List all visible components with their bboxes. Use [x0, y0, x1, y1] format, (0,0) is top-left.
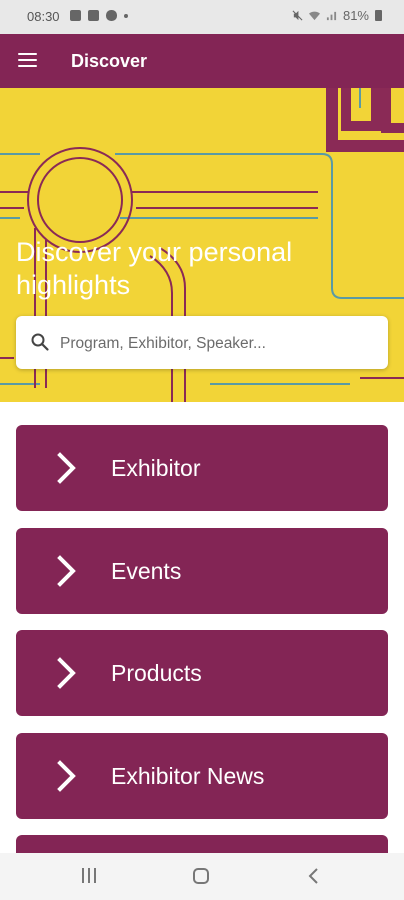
nav-card-events[interactable]: Events [16, 528, 388, 614]
search-box[interactable] [16, 316, 388, 371]
app-bar: Discover [0, 34, 404, 88]
status-time: 08:30 [27, 9, 60, 24]
battery-percent: 81% [342, 8, 369, 23]
search-input[interactable] [58, 316, 382, 371]
chevron-right-icon [57, 657, 76, 689]
mute-icon [292, 10, 303, 21]
nav-card-label: Products [111, 660, 202, 686]
hamburger-icon-line [18, 65, 37, 68]
signal-icon [326, 11, 337, 21]
hamburger-icon [18, 53, 37, 56]
nav-card-label: Exhibitor [111, 455, 201, 481]
chevron-right-icon [57, 452, 76, 484]
chevron-right-icon [57, 760, 76, 792]
hero-heading: Discover your personal highlights [16, 237, 293, 300]
hamburger-icon-line [18, 59, 37, 62]
back-icon[interactable] [306, 867, 320, 885]
nav-card-label: Events [111, 558, 182, 584]
recents-icon[interactable] [80, 868, 98, 884]
home-icon[interactable] [193, 868, 209, 884]
nav-card-exhibitor[interactable]: Exhibitor [16, 425, 388, 511]
nav-card-label: Exhibitor News [111, 763, 265, 789]
page-title: Discover [71, 51, 148, 71]
status-system-icons: 81% [292, 8, 382, 23]
battery-icon [375, 10, 382, 21]
wifi-icon [308, 11, 320, 21]
chevron-right-icon [57, 555, 76, 587]
message-icon [106, 10, 117, 21]
status-bar: 08:30 81% [0, 0, 404, 34]
dot-icon [124, 13, 128, 18]
status-notification-icons [70, 10, 128, 21]
hero-banner: Discover your personal highlights [0, 88, 404, 402]
nav-card-exhibitor-news[interactable]: Exhibitor News [16, 733, 388, 819]
search-icon [31, 333, 49, 351]
check-icon [88, 10, 99, 21]
system-navigation-bar [0, 853, 404, 900]
image-icon [70, 10, 81, 21]
nav-card-partial[interactable] [16, 835, 388, 855]
nav-card-products[interactable]: Products [16, 630, 388, 716]
hamburger-menu-button[interactable] [14, 47, 42, 75]
